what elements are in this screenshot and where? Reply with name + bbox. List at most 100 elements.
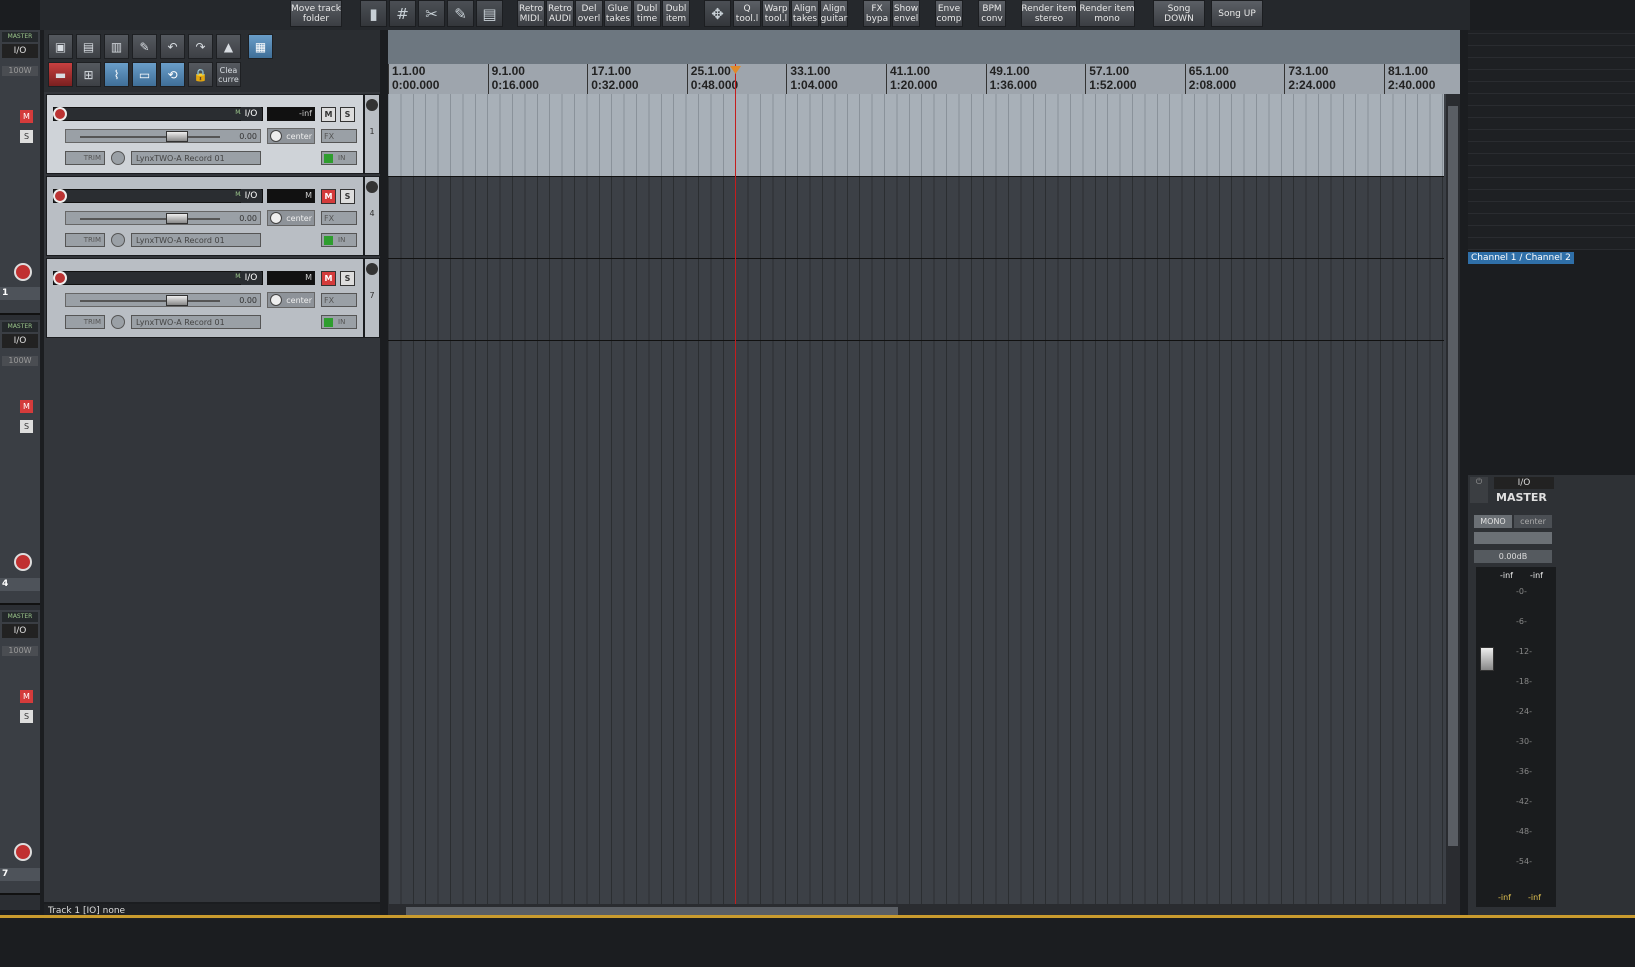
mixer-toggle-icon[interactable]: ▦ (248, 34, 273, 59)
pan-knob[interactable]: center (267, 210, 315, 226)
fx-button[interactable]: FX (321, 293, 357, 307)
mixer-io-button[interactable]: I/O (2, 624, 38, 638)
io-button[interactable]: I/O (241, 271, 261, 285)
ripple-edit-icon[interactable]: ▭ (132, 62, 157, 87)
volume-fader[interactable]: 0.00 (65, 211, 261, 225)
track-number-strip[interactable]: 4 (364, 176, 380, 256)
track-name-field[interactable]: MASTER (53, 189, 263, 203)
fx-button[interactable]: FX (321, 211, 357, 225)
mixer-solo-button[interactable]: S (20, 130, 33, 143)
pan-dial-icon[interactable] (270, 294, 282, 306)
trim-button[interactable]: TRIM (65, 315, 105, 329)
toolbar-button[interactable]: Render item mono (1079, 0, 1135, 27)
toolbar-button[interactable]: FX bypa (863, 0, 891, 27)
track-control-row[interactable]: MASTER I/O M M S 0.00 center FX TRIM Lyn… (46, 176, 364, 256)
metronome-icon[interactable]: ▲ (216, 34, 241, 59)
mixer-solo-button[interactable]: S (20, 420, 33, 433)
monitor-input-button[interactable]: IN (321, 233, 357, 247)
mixer-mute-button[interactable]: M (20, 690, 33, 703)
timeline-ruler[interactable]: 1.1.00 0:00.000 9.1.00 0:16.000 17.1.00 0:32.… (388, 64, 1460, 94)
solo-button[interactable]: S (340, 107, 355, 122)
solo-button[interactable]: S (340, 271, 355, 286)
marker-lane[interactable] (388, 30, 1460, 64)
clear-cursor-button[interactable]: Clea curre (216, 62, 241, 87)
render-icon[interactable]: ▬ (48, 62, 73, 87)
toolbar-button[interactable]: Align guitar (820, 0, 848, 27)
pan-dial-icon[interactable] (270, 212, 282, 224)
loop-icon[interactable]: ⟲ (160, 62, 185, 87)
settings-wrench-icon[interactable]: ✎ (132, 34, 157, 59)
record-input-select[interactable]: LynxTWO-A Record 01 (131, 151, 261, 165)
folder-toggle-icon[interactable] (366, 181, 378, 193)
fader-knob[interactable] (166, 213, 188, 224)
toolbar-button[interactable]: Warp tool.l (762, 0, 790, 27)
record-arm-button[interactable] (53, 189, 67, 203)
mute-button[interactable]: M (321, 271, 336, 286)
volume-fader[interactable]: 0.00 (65, 293, 261, 307)
toolbar-button[interactable]: Del overl (575, 0, 603, 27)
io-button[interactable]: I/O (241, 189, 261, 203)
track-number-strip[interactable]: 1 (364, 94, 380, 174)
open-project-icon[interactable]: ▤ (76, 34, 101, 59)
toolbar-button[interactable]: Render item stereo (1021, 0, 1077, 27)
monitor-input-button[interactable]: IN (321, 315, 357, 329)
trim-button[interactable]: TRIM (65, 233, 105, 247)
mixer-volume[interactable]: 100W (2, 66, 38, 76)
envelope-icon[interactable]: ▤ (476, 0, 503, 27)
mixer-mute-button[interactable]: M (20, 110, 33, 123)
lock-icon[interactable]: 🔒 (188, 62, 213, 87)
new-track-icon[interactable]: ▣ (48, 34, 73, 59)
pan-knob[interactable]: center (267, 128, 315, 144)
fx-button[interactable]: FX (321, 129, 357, 143)
mixer-volume[interactable]: 100W (2, 356, 38, 366)
master-power-icon[interactable]: ⏻ (1470, 477, 1488, 503)
pan-knob[interactable]: center (267, 292, 315, 308)
move-icon[interactable]: ✥ (704, 0, 731, 27)
master-pan-slider[interactable] (1474, 532, 1552, 544)
toolbar-button[interactable]: Retro MIDI. (517, 0, 545, 27)
track-control-row[interactable]: MASTER I/O -inf M S 0.00 center FX TRIM … (46, 94, 364, 174)
fader-knob[interactable] (166, 295, 188, 306)
scissors-icon[interactable]: ✂ (418, 0, 445, 27)
master-fader-knob[interactable] (1480, 647, 1494, 671)
undo-icon[interactable]: ↶ (160, 34, 185, 59)
volume-fader[interactable]: 0.00 (65, 129, 261, 143)
track-control-row[interactable]: MASTER I/O M M S 0.00 center FX TRIM Lyn… (46, 258, 364, 338)
toolbar-button[interactable]: Song UP (1211, 0, 1263, 27)
mixer-record-arm-button[interactable] (14, 553, 32, 571)
record-arm-button[interactable] (53, 107, 67, 121)
trim-button[interactable]: TRIM (65, 151, 105, 165)
master-mono-button[interactable]: MONO (1474, 515, 1512, 528)
toolbar-button[interactable]: Move track folder (290, 0, 342, 27)
mixer-mute-button[interactable]: M (20, 400, 33, 413)
horizontal-scroll-thumb[interactable] (406, 907, 898, 915)
toolbar-button[interactable]: Show envel (892, 0, 920, 27)
folder-toggle-icon[interactable] (366, 263, 378, 275)
vertical-scrollbar[interactable] (1446, 94, 1460, 904)
toolbar-button[interactable]: Retro AUDI (546, 0, 574, 27)
toolbar-button[interactable]: Song DOWN (1153, 0, 1205, 27)
io-button[interactable]: I/O (241, 107, 261, 121)
master-pan-field[interactable]: center (1514, 515, 1552, 528)
mute-button[interactable]: M (321, 107, 336, 122)
snap-icon[interactable]: ⌇ (104, 62, 129, 87)
fader-knob[interactable] (166, 131, 188, 142)
save-project-icon[interactable]: ▥ (104, 34, 129, 59)
pan-dial-icon[interactable] (270, 130, 282, 142)
vertical-scroll-thumb[interactable] (1448, 106, 1458, 846)
toolbar-button[interactable]: Glue takes (604, 0, 632, 27)
mixer-io-button[interactable]: I/O (2, 334, 38, 348)
pencil-icon[interactable]: ✎ (447, 0, 474, 27)
toolbar-button[interactable]: Dubl item (662, 0, 690, 27)
track-lane-selected[interactable] (388, 94, 1444, 176)
toolbar-button[interactable]: Align takes (791, 0, 819, 27)
mute-button[interactable]: M (321, 189, 336, 204)
play-cursor[interactable] (735, 64, 736, 904)
toolbar-button[interactable]: BPM conv (978, 0, 1006, 27)
solo-button[interactable]: S (340, 189, 355, 204)
grid-icon[interactable]: ⊞ (76, 62, 101, 87)
color-picker-icon[interactable]: ▮ (360, 0, 387, 27)
mixer-record-arm-button[interactable] (14, 843, 32, 861)
record-input-select[interactable]: LynxTWO-A Record 01 (131, 315, 261, 329)
redo-icon[interactable]: ↷ (188, 34, 213, 59)
